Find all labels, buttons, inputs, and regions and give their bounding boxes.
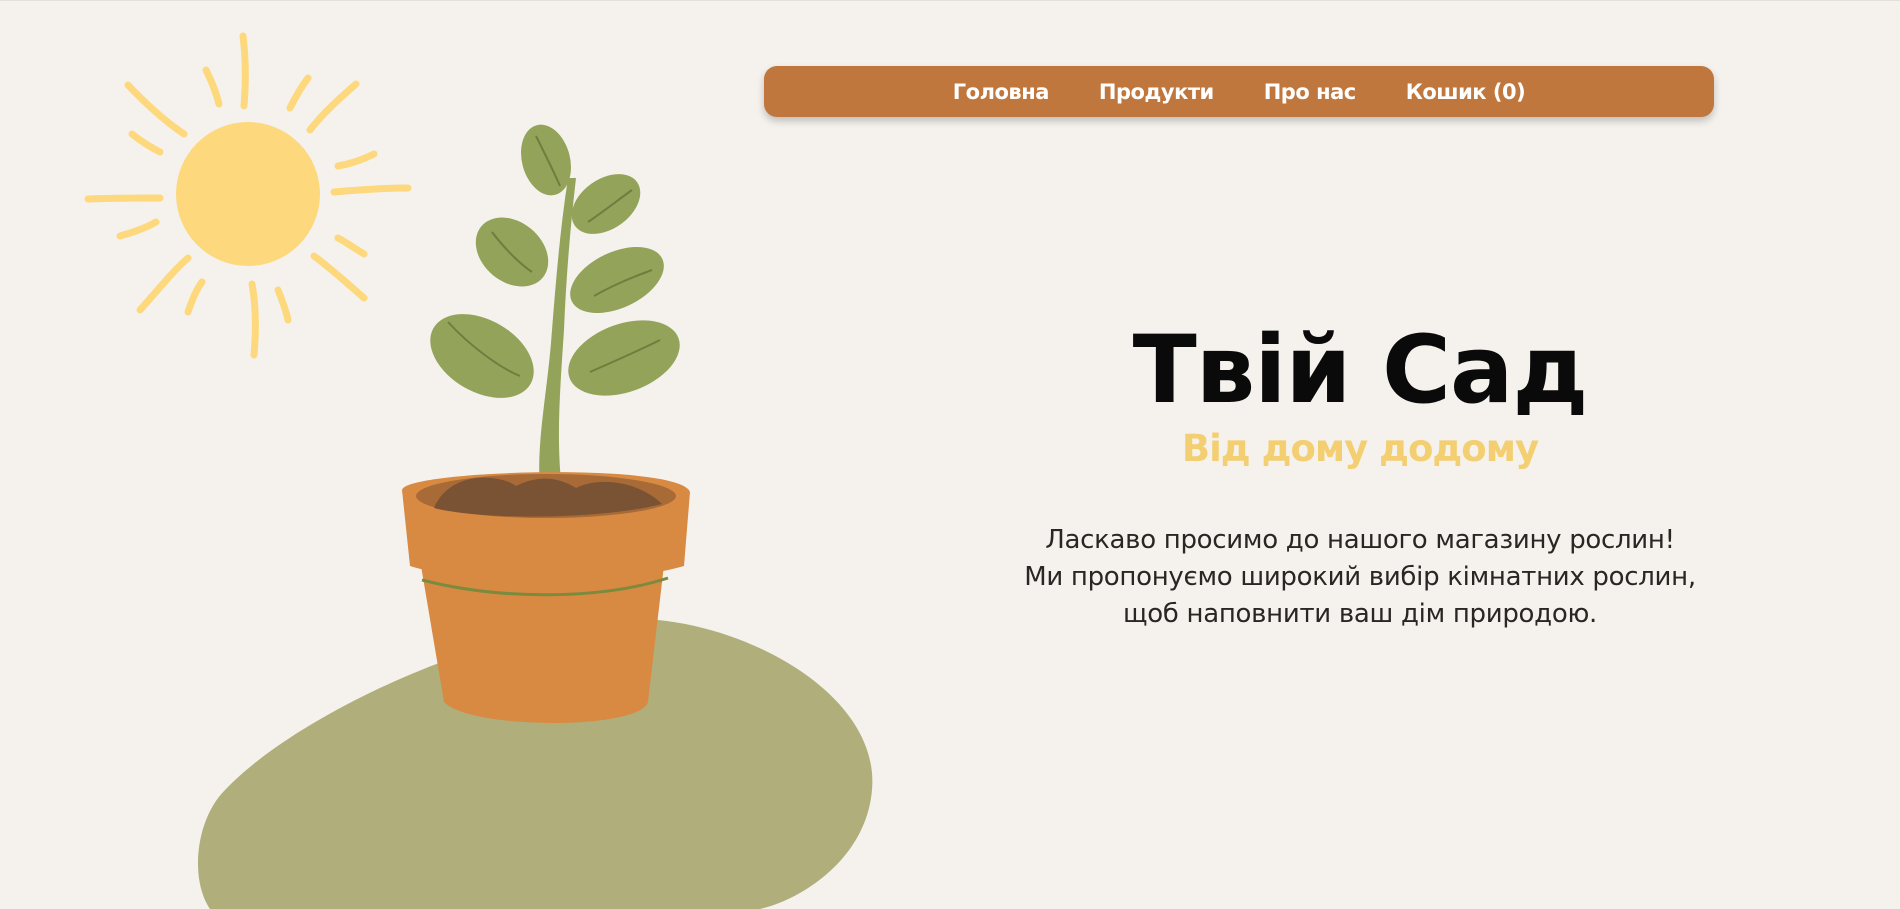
intro-line: Ми пропонуємо широкий вибір кімнатних ро… [1024, 562, 1696, 593]
sun-icon [84, 32, 412, 359]
intro-line: Ласкаво просимо до нашого магазину росли… [1045, 525, 1675, 556]
nav-link-home[interactable]: Головна [953, 80, 1050, 104]
hero-illustration [84, 32, 873, 909]
nav-link-about[interactable]: Про нас [1264, 80, 1356, 104]
plant-pot-icon [402, 124, 690, 723]
site-tagline: Від дому додому [1181, 427, 1539, 471]
hero-section: Твій Сад Від дому додому Ласкаво просимо… [960, 318, 1760, 633]
nav-link-cart[interactable]: Кошик (0) [1406, 80, 1526, 104]
nav-link-products[interactable]: Продукти [1099, 80, 1214, 104]
intro-paragraph: Ласкаво просимо до нашого магазину росли… [960, 522, 1760, 633]
main-navigation: Головна Продукти Про нас Кошик (0) [764, 66, 1714, 117]
intro-line: щоб наповнити ваш дім природою. [1123, 599, 1597, 630]
site-title: Твій Сад [1132, 316, 1589, 425]
